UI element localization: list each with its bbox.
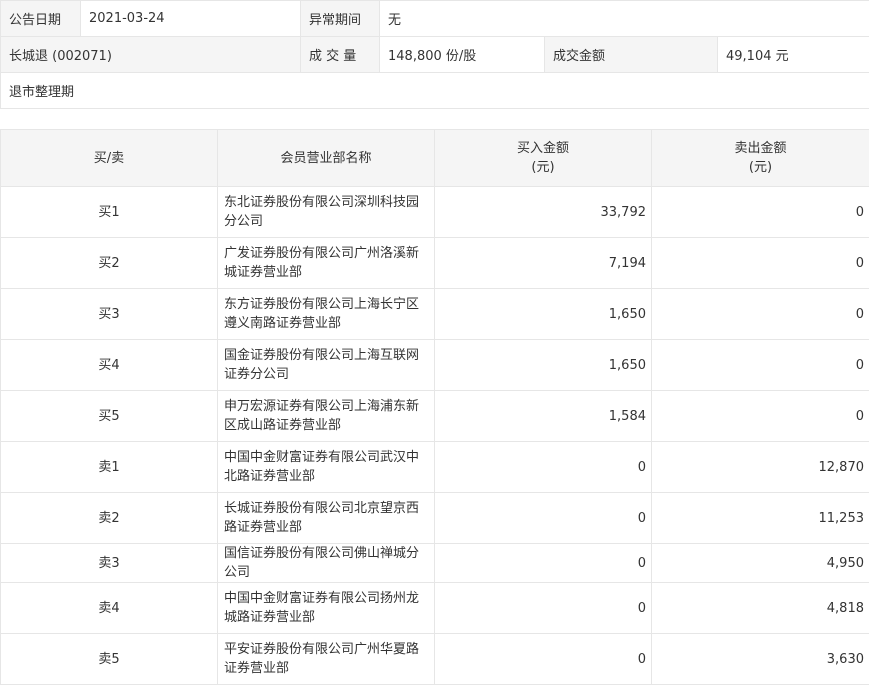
row-branch: 东方证券股份有限公司上海长宁区遵义南路证券营业部 [218, 289, 435, 340]
amount-value: 49,104 元 [718, 37, 869, 73]
row-side: 买3 [1, 289, 218, 340]
table-row: 卖4 中国中金财富证券有限公司扬州龙城路证券营业部 0 4,818 [1, 583, 869, 634]
row-buy: 0 [435, 493, 652, 544]
row-side: 卖2 [1, 493, 218, 544]
row-sell: 12,870 [652, 442, 869, 493]
row-sell: 3,630 [652, 634, 869, 685]
row-side: 卖1 [1, 442, 218, 493]
table-row: 买1 东北证券股份有限公司深圳科技园分公司 33,792 0 [1, 187, 869, 238]
row-branch: 中国中金财富证券有限公司扬州龙城路证券营业部 [218, 583, 435, 634]
row-sell: 0 [652, 289, 869, 340]
row-side: 卖5 [1, 634, 218, 685]
info-row-reason: 退市整理期 [1, 73, 869, 109]
row-branch: 广发证券股份有限公司广州洛溪新城证券营业部 [218, 238, 435, 289]
row-buy: 0 [435, 583, 652, 634]
listing-reason: 退市整理期 [1, 73, 869, 109]
row-buy: 7,194 [435, 238, 652, 289]
header-sell-unit: (元) [749, 160, 772, 175]
header-branch: 会员营业部名称 [218, 130, 435, 187]
row-buy: 0 [435, 442, 652, 493]
volume-label: 成 交 量 [301, 37, 380, 73]
row-branch: 国信证券股份有限公司佛山禅城分公司 [218, 544, 435, 583]
row-branch: 东北证券股份有限公司深圳科技园分公司 [218, 187, 435, 238]
announce-date-value: 2021-03-24 [81, 1, 301, 37]
table-row: 卖1 中国中金财富证券有限公司武汉中北路证券营业部 0 12,870 [1, 442, 869, 493]
header-sell-label: 卖出金额 [734, 141, 786, 156]
abnormal-period-label: 异常期间 [301, 1, 380, 37]
header-buy-label: 买入金额 [517, 141, 569, 156]
trading-branch-table: 买/卖 会员营业部名称 买入金额 (元) 卖出金额 (元) 买1 东北证券股份有… [0, 129, 869, 685]
row-branch: 申万宏源证券有限公司上海浦东新区成山路证券营业部 [218, 391, 435, 442]
row-side: 买2 [1, 238, 218, 289]
row-branch: 平安证券股份有限公司广州华夏路证券营业部 [218, 634, 435, 685]
header-buy-unit: (元) [531, 160, 554, 175]
amount-label: 成交金额 [545, 37, 718, 73]
header-sell-amount: 卖出金额 (元) [652, 130, 869, 187]
header-side: 买/卖 [1, 130, 218, 187]
stock-name: 长城退 (002071) [1, 37, 301, 73]
announce-date-label: 公告日期 [1, 1, 81, 37]
row-branch: 长城证券股份有限公司北京望京西路证券营业部 [218, 493, 435, 544]
volume-value: 148,800 份/股 [380, 37, 545, 73]
row-branch: 国金证券股份有限公司上海互联网证券分公司 [218, 340, 435, 391]
row-side: 买4 [1, 340, 218, 391]
table-row: 买2 广发证券股份有限公司广州洛溪新城证券营业部 7,194 0 [1, 238, 869, 289]
table-row: 买5 申万宏源证券有限公司上海浦东新区成山路证券营业部 1,584 0 [1, 391, 869, 442]
row-sell: 11,253 [652, 493, 869, 544]
row-buy: 1,650 [435, 340, 652, 391]
table-row: 卖5 平安证券股份有限公司广州华夏路证券营业部 0 3,630 [1, 634, 869, 685]
table-row: 卖3 国信证券股份有限公司佛山禅城分公司 0 4,950 [1, 544, 869, 583]
row-buy: 33,792 [435, 187, 652, 238]
abnormal-period-value: 无 [380, 1, 869, 37]
row-sell: 4,950 [652, 544, 869, 583]
row-sell: 0 [652, 391, 869, 442]
row-buy: 0 [435, 634, 652, 685]
row-side: 卖3 [1, 544, 218, 583]
table-row: 买3 东方证券股份有限公司上海长宁区遵义南路证券营业部 1,650 0 [1, 289, 869, 340]
row-sell: 0 [652, 238, 869, 289]
row-sell: 0 [652, 187, 869, 238]
row-sell: 4,818 [652, 583, 869, 634]
table-row: 买4 国金证券股份有限公司上海互联网证券分公司 1,650 0 [1, 340, 869, 391]
table-header-row: 买/卖 会员营业部名称 买入金额 (元) 卖出金额 (元) [1, 130, 869, 187]
row-side: 买1 [1, 187, 218, 238]
info-row-trade: 长城退 (002071) 成 交 量 148,800 份/股 成交金额 49,1… [1, 37, 869, 73]
row-buy: 0 [435, 544, 652, 583]
row-buy: 1,584 [435, 391, 652, 442]
header-buy-amount: 买入金额 (元) [435, 130, 652, 187]
info-row-date: 公告日期 2021-03-24 异常期间 无 [1, 1, 869, 37]
table-row: 卖2 长城证券股份有限公司北京望京西路证券营业部 0 11,253 [1, 493, 869, 544]
row-side: 卖4 [1, 583, 218, 634]
row-sell: 0 [652, 340, 869, 391]
row-side: 买5 [1, 391, 218, 442]
stock-info-table: 公告日期 2021-03-24 异常期间 无 长城退 (002071) 成 交 … [0, 0, 869, 109]
row-branch: 中国中金财富证券有限公司武汉中北路证券营业部 [218, 442, 435, 493]
row-buy: 1,650 [435, 289, 652, 340]
